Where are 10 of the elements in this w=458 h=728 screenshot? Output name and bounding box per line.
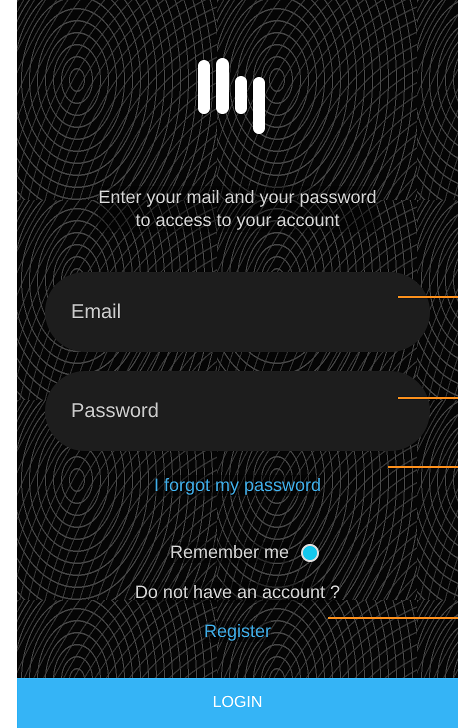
leader-line [388,466,458,468]
leader-line [398,397,458,399]
register-prompt-text: Do not have an account ? [134,582,340,603]
instructions-text: Enter your mail and your password to access to your account [98,186,377,232]
email-field[interactable]: Email [45,272,430,352]
password-field[interactable]: Password [45,371,430,451]
remember-me-label: Remember me [170,542,290,563]
forgot-password-link[interactable]: I forgot my password [154,475,322,496]
register-link[interactable]: Register [204,621,272,642]
leader-line [398,296,458,298]
